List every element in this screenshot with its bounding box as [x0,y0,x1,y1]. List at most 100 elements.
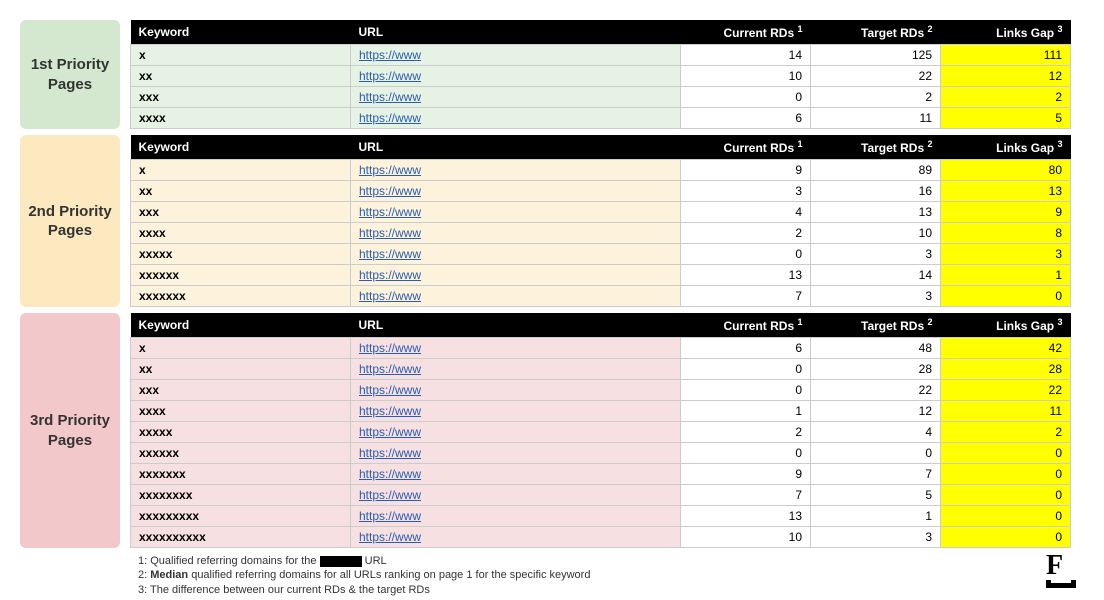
cell-current-rds: 6 [681,108,811,129]
cell-keyword: x [131,45,351,66]
col-target-rds: Target RDs 2 [811,135,941,160]
url-link[interactable]: https://www [359,446,421,460]
priority-section: 1st Priority PagesKeywordURLCurrent RDs … [20,20,1074,129]
url-link[interactable]: https://www [359,289,421,303]
table-row: xxxxxxxhttps://www730 [131,286,1071,307]
cell-keyword: xxxxxxxx [131,485,351,506]
cell-target-rds: 28 [811,359,941,380]
table-row: xxhttps://www102212 [131,66,1071,87]
cell-target-rds: 48 [811,338,941,359]
url-link[interactable]: https://www [359,509,421,523]
url-link[interactable]: https://www [359,69,421,83]
cell-keyword: xxxxx [131,244,351,265]
cell-current-rds: 13 [681,265,811,286]
cell-current-rds: 9 [681,464,811,485]
url-link[interactable]: https://www [359,341,421,355]
cell-target-rds: 2 [811,87,941,108]
cell-keyword: xxx [131,380,351,401]
brand-logo: F [1046,550,1076,588]
url-link[interactable]: https://www [359,530,421,544]
cell-current-rds: 0 [681,443,811,464]
cell-url: https://www [351,108,681,129]
cell-url: https://www [351,160,681,181]
url-link[interactable]: https://www [359,184,421,198]
url-link[interactable]: https://www [359,425,421,439]
cell-url: https://www [351,422,681,443]
cell-links-gap: 80 [941,160,1071,181]
table-row: xxxxxxhttps://www13141 [131,265,1071,286]
url-link[interactable]: https://www [359,90,421,104]
cell-links-gap: 42 [941,338,1071,359]
url-link[interactable]: https://www [359,205,421,219]
cell-url: https://www [351,359,681,380]
col-keyword: Keyword [131,20,351,45]
url-link[interactable]: https://www [359,268,421,282]
cell-url: https://www [351,87,681,108]
cell-current-rds: 0 [681,359,811,380]
cell-keyword: xxxxxxxxxx [131,527,351,548]
url-link[interactable]: https://www [359,226,421,240]
cell-url: https://www [351,181,681,202]
footnote-2: 2: Median qualified referring domains fo… [138,568,1074,582]
url-link[interactable]: https://www [359,48,421,62]
table-row: xxxxxxxxxhttps://www1310 [131,506,1071,527]
cell-url: https://www [351,286,681,307]
cell-keyword: xx [131,359,351,380]
table-row: xhttps://www64842 [131,338,1071,359]
table-row: xxhttps://www02828 [131,359,1071,380]
cell-links-gap: 3 [941,244,1071,265]
cell-url: https://www [351,443,681,464]
url-link[interactable]: https://www [359,404,421,418]
cell-target-rds: 14 [811,265,941,286]
cell-url: https://www [351,45,681,66]
cell-keyword: xxx [131,87,351,108]
priority-section: 3rd Priority PagesKeywordURLCurrent RDs … [20,313,1074,548]
table-row: xxxxxxxxxxhttps://www1030 [131,527,1071,548]
col-url: URL [351,313,681,338]
cell-keyword: xxxx [131,108,351,129]
cell-links-gap: 11 [941,401,1071,422]
col-links-gap: Links Gap 3 [941,313,1071,338]
cell-target-rds: 12 [811,401,941,422]
priority-table: KeywordURLCurrent RDs 1Target RDs 2Links… [130,313,1071,548]
cell-target-rds: 4 [811,422,941,443]
url-link[interactable]: https://www [359,383,421,397]
cell-links-gap: 0 [941,506,1071,527]
cell-current-rds: 13 [681,506,811,527]
url-link[interactable]: https://www [359,488,421,502]
col-target-rds: Target RDs 2 [811,313,941,338]
cell-target-rds: 3 [811,244,941,265]
url-link[interactable]: https://www [359,247,421,261]
url-link[interactable]: https://www [359,362,421,376]
cell-url: https://www [351,527,681,548]
cell-target-rds: 3 [811,527,941,548]
cell-keyword: xx [131,66,351,87]
table-row: xhttps://www14125111 [131,45,1071,66]
cell-url: https://www [351,202,681,223]
cell-target-rds: 10 [811,223,941,244]
cell-links-gap: 0 [941,464,1071,485]
col-keyword: Keyword [131,313,351,338]
cell-links-gap: 2 [941,87,1071,108]
cell-keyword: xxxxxxx [131,464,351,485]
cell-current-rds: 0 [681,380,811,401]
cell-url: https://www [351,401,681,422]
cell-links-gap: 0 [941,443,1071,464]
cell-keyword: xxxxx [131,422,351,443]
cell-current-rds: 2 [681,223,811,244]
cell-current-rds: 2 [681,422,811,443]
cell-url: https://www [351,464,681,485]
cell-target-rds: 1 [811,506,941,527]
cell-target-rds: 0 [811,443,941,464]
cell-links-gap: 0 [941,286,1071,307]
cell-current-rds: 7 [681,286,811,307]
cell-url: https://www [351,244,681,265]
cell-keyword: xxxxxxx [131,286,351,307]
table-row: xxxhttps://www02222 [131,380,1071,401]
url-link[interactable]: https://www [359,467,421,481]
priority-table: KeywordURLCurrent RDs 1Target RDs 2Links… [130,20,1071,129]
url-link[interactable]: https://www [359,163,421,177]
cell-target-rds: 13 [811,202,941,223]
cell-keyword: xxxx [131,223,351,244]
url-link[interactable]: https://www [359,111,421,125]
